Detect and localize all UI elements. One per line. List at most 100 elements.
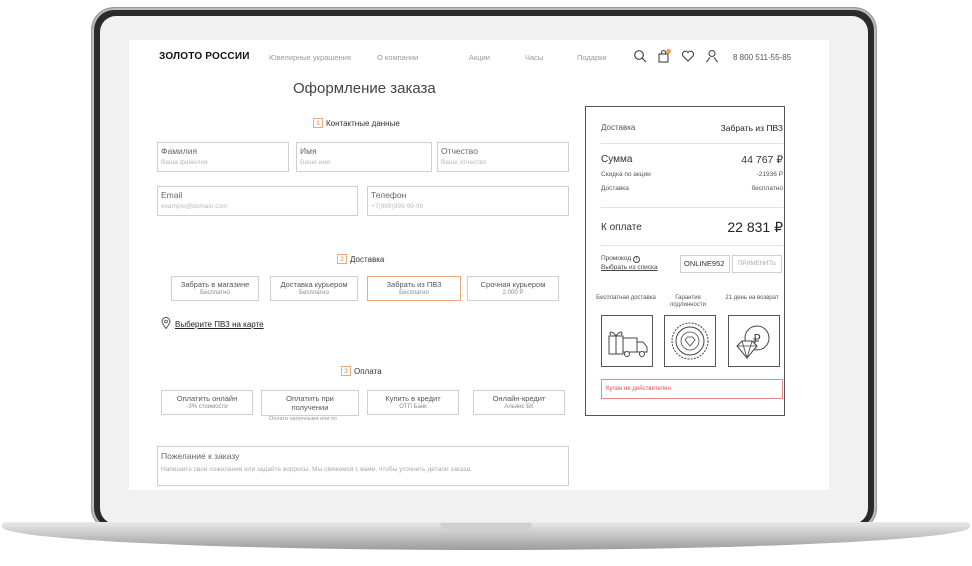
option-title: Доставка курьером (280, 280, 348, 289)
summary-shipping-label: Доставка (601, 185, 629, 192)
field-label: Отчество (441, 146, 478, 156)
field-placeholder: Ваше отчество (441, 159, 487, 166)
section-title: Контактные данные (326, 119, 400, 128)
order-summary-panel: Доставка Забрать из ПВЗ Сумма 44 767 ₽ С… (585, 106, 785, 416)
phone-field[interactable]: Телефон +7(999)999-99-99 (367, 186, 569, 216)
order-comment-field[interactable]: Пожелание к заказу Напишите свои пожелан… (157, 446, 569, 486)
summary-discount-row: Скидка по акции -21936 Р (601, 171, 783, 181)
step-number: 2 (337, 254, 347, 264)
delivery-option-pickup-point[interactable]: Забрать из ПВЗ Бесплатно (367, 276, 461, 301)
summary-discount-value: -21936 Р (756, 171, 783, 178)
promo-label-row: Промокод i (601, 255, 640, 263)
step-number: 1 (313, 118, 323, 128)
feature-guarantee-label: Гарантия подлинности (670, 295, 706, 308)
coupon-error-message: Купон не действителен (601, 379, 783, 399)
option-sub: Бесплатно (399, 290, 429, 296)
section-contacts-heading: 1 Контактные данные (313, 118, 400, 128)
promo-list-link[interactable]: Выбрать из списка (601, 264, 658, 271)
section-title: Доставка (350, 255, 385, 264)
user-icon[interactable] (705, 49, 719, 63)
option-sub: -3% стоимости (186, 404, 228, 410)
feature-free-delivery-label: Бесплатная доставка (596, 295, 656, 301)
summary-sum-value: 44 767 ₽ (741, 154, 783, 166)
map-pin-icon (161, 317, 171, 329)
option-sub: Альянс БК (504, 404, 534, 410)
option-sub: Бесплатно (200, 290, 230, 296)
divider (601, 207, 783, 208)
delivery-truck-icon (601, 315, 653, 367)
field-placeholder: example@domain.com (161, 203, 228, 210)
map-pickup-link[interactable]: Выберите ПВЗ на карте (175, 320, 264, 329)
delivery-option-store[interactable]: Забрать в магазине Бесплатно (171, 276, 259, 301)
apply-promo-button[interactable]: ПРИМЕНИТЬ (732, 255, 782, 273)
nav-promo[interactable]: Акции (469, 53, 490, 62)
field-label: Телефон (371, 190, 407, 200)
summary-delivery-row: Доставка Забрать из ПВЗ (601, 123, 783, 135)
summary-total-label: К оплате (601, 222, 642, 233)
summary-shipping-row: Доставка бесплатно (601, 185, 783, 195)
return-diamond-icon: ₽ (728, 315, 780, 367)
summary-delivery-label: Доставка (601, 123, 636, 132)
guarantee-seal-icon (664, 315, 716, 367)
divider (601, 245, 783, 246)
option-title: Оплатить онлайн (176, 394, 238, 403)
summary-total-value: 22 831 ₽ (727, 219, 783, 235)
field-placeholder: Ваша фамилия (161, 159, 208, 166)
nav-jewelry[interactable]: Ювелирные украшения (269, 53, 351, 62)
field-placeholder: Напишите свои пожелания или задайте вопр… (161, 466, 472, 473)
option-sub: Бесплатно (299, 290, 329, 296)
payment-option-credit[interactable]: Купить в кредит ОТП Банк (367, 390, 459, 415)
payment-option-online[interactable]: Оплатить онлайн -3% стоимости (161, 390, 253, 415)
section-title: Оплата (354, 367, 382, 376)
nav-watches[interactable]: Часы (525, 53, 543, 62)
site-logo[interactable]: ЗОЛОТО РОССИИ (159, 51, 250, 62)
option-title: Оплатить при получении (286, 394, 334, 412)
summary-shipping-value: бесплатно (751, 185, 783, 192)
step-number: 3 (341, 366, 351, 376)
divider (601, 143, 783, 144)
site-header: ЗОЛОТО РОССИИ Ювелирные украшения О комп… (129, 40, 829, 74)
delivery-option-urgent[interactable]: Срочная курьером 2.000 Р (467, 276, 559, 301)
heart-icon[interactable] (681, 49, 695, 63)
field-placeholder: +7(999)999-99-99 (371, 203, 424, 210)
option-sub: ОТП Банк (399, 404, 427, 410)
promo-code-input[interactable]: ONLINE952 (680, 255, 730, 273)
delivery-option-courier[interactable]: Доставка курьером Бесплатно (270, 276, 358, 301)
option-title: Забрать в магазине (180, 280, 250, 289)
middle-name-field[interactable]: Отчество Ваше отчество (437, 142, 569, 172)
summary-total-row: К оплате 22 831 ₽ (601, 219, 783, 237)
option-sub: 2.000 Р (502, 290, 524, 296)
first-name-field[interactable]: Имя Ваше имя (296, 142, 432, 172)
laptop-base-notch (440, 523, 532, 530)
section-delivery-heading: 2 Доставка (337, 254, 384, 264)
info-icon[interactable]: i (632, 256, 640, 263)
search-icon[interactable] (633, 49, 647, 63)
field-label: Имя (300, 146, 317, 156)
field-placeholder: Ваше имя (300, 159, 331, 166)
cart-icon[interactable] (657, 49, 671, 63)
option-title: Срочная курьером (480, 280, 546, 289)
email-field[interactable]: Email example@domain.com (157, 186, 358, 216)
summary-delivery-value: Забрать из ПВЗ (720, 123, 783, 133)
option-title: Онлайн-кредит (492, 394, 546, 403)
feature-return-label: 21 день на возврат (725, 295, 779, 301)
field-label: Фамилия (161, 146, 198, 156)
promo-label: Промокод (601, 255, 632, 262)
nav-gifts[interactable]: Подарки (577, 53, 607, 62)
last-name-field[interactable]: Фамилия Ваша фамилия (157, 142, 289, 172)
payment-option-online-credit[interactable]: Онлайн-кредит Альянс БК (473, 390, 565, 415)
nav-about[interactable]: О компании (377, 53, 418, 62)
option-title: Купить в кредит (385, 394, 441, 403)
field-label: Email (161, 190, 183, 200)
field-label: Пожелание к заказу (161, 451, 240, 461)
phone-number[interactable]: 8 800 511-55-85 (733, 53, 791, 62)
cash-note: Оплата наличными или по (269, 416, 337, 422)
browser-screen: ЗОЛОТО РОССИИ Ювелирные украшения О комп… (129, 40, 829, 490)
page-title: Оформление заказа (293, 80, 436, 97)
summary-sum-label: Сумма (601, 154, 633, 165)
summary-discount-label: Скидка по акции (601, 171, 651, 178)
summary-sum-row: Сумма 44 767 ₽ (601, 154, 783, 168)
payment-option-on-receipt[interactable]: Оплатить при получении (261, 390, 359, 416)
option-title: Забрать из ПВЗ (386, 280, 442, 289)
section-payment-heading: 3 Оплата (341, 366, 382, 376)
